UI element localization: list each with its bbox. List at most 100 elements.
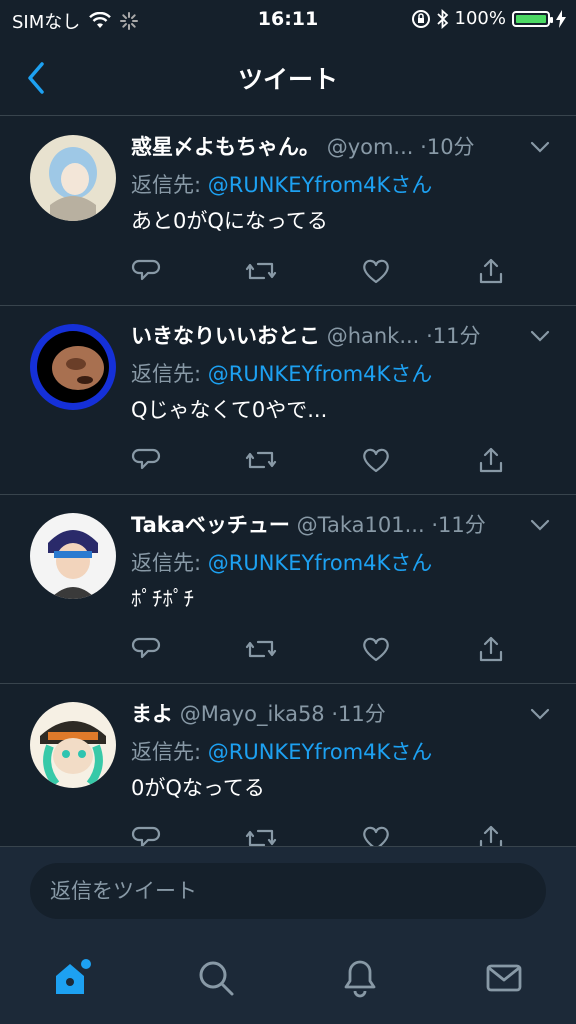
tweet-header: まよ @Mayo_ika58 ·11分 xyxy=(131,698,516,728)
separator-dot: · xyxy=(431,513,438,537)
tweet-actions xyxy=(0,442,576,478)
reply-context: 返信先: @RUNKEYfrom4Kさん xyxy=(131,547,432,577)
reply-to-link[interactable]: @RUNKEYfrom4Kさん xyxy=(208,740,433,764)
chevron-down-icon[interactable] xyxy=(528,513,552,537)
retweet-icon xyxy=(245,829,277,846)
chevron-down-icon[interactable] xyxy=(528,324,552,348)
display-name[interactable]: 惑星〆よもちゃん。 xyxy=(131,135,320,159)
tab-home[interactable] xyxy=(48,954,96,1002)
timestamp: 11分 xyxy=(438,513,486,537)
avatar[interactable] xyxy=(30,702,116,788)
retweet-button[interactable] xyxy=(243,253,279,289)
reply-context: 返信先: @RUNKEYfrom4Kさん xyxy=(131,736,432,766)
battery-percent: 100% xyxy=(454,8,506,29)
tweet-text: ﾎﾟﾁﾎﾟﾁ xyxy=(131,587,194,611)
search-icon xyxy=(199,961,234,996)
reply-prefix: 返信先: xyxy=(131,740,202,764)
tab-messages[interactable] xyxy=(480,954,528,1002)
tab-notifications[interactable] xyxy=(336,954,384,1002)
retweet-button[interactable] xyxy=(243,631,279,667)
tweet-header: Takaベッチュー @Taka101... ·11分 xyxy=(131,509,516,539)
reply-prefix: 返信先: xyxy=(131,362,202,386)
user-handle: @Mayo_ika58 xyxy=(179,702,325,726)
reply-button[interactable] xyxy=(128,253,164,289)
avatar[interactable] xyxy=(30,135,116,221)
page-title: ツイート xyxy=(237,65,338,94)
tweet-item[interactable]: 惑星〆よもちゃん。 @yom... ·10分 返信先: @RUNKEYfrom4… xyxy=(0,117,576,306)
tweet-text: Qじゃなくて0やで... xyxy=(131,398,328,422)
bell-icon xyxy=(344,960,376,998)
timestamp: 10分 xyxy=(426,135,475,159)
rotation-lock-icon xyxy=(411,9,430,28)
battery-icon xyxy=(512,10,553,27)
share-icon xyxy=(479,636,503,662)
tweet-text: 0がQなってる xyxy=(131,776,265,800)
reply-context: 返信先: @RUNKEYfrom4Kさん xyxy=(131,169,432,199)
share-button[interactable] xyxy=(473,820,509,846)
retweet-icon xyxy=(245,262,277,280)
heart-icon xyxy=(363,259,389,284)
like-button[interactable] xyxy=(358,442,394,478)
mail-icon xyxy=(486,964,522,992)
like-button[interactable] xyxy=(358,631,394,667)
share-button[interactable] xyxy=(473,253,509,289)
reply-button[interactable] xyxy=(128,631,164,667)
reply-compose-bar xyxy=(0,846,576,940)
reply-icon xyxy=(131,448,161,470)
share-button[interactable] xyxy=(473,442,509,478)
retweet-button[interactable] xyxy=(243,820,279,846)
heart-icon xyxy=(363,448,389,473)
retweet-button[interactable] xyxy=(243,442,279,478)
reply-prefix: 返信先: xyxy=(131,551,202,575)
reply-icon xyxy=(131,637,161,659)
share-icon xyxy=(479,258,503,284)
retweet-icon xyxy=(245,451,277,469)
tweet-actions xyxy=(0,253,576,289)
heart-icon xyxy=(363,826,389,846)
reply-context: 返信先: @RUNKEYfrom4Kさん xyxy=(131,358,432,388)
tweet-item[interactable]: Takaベッチュー @Taka101... ·11分 返信先: @RUNKEYf… xyxy=(0,495,576,684)
reply-feed[interactable]: 惑星〆よもちゃん。 @yom... ·10分 返信先: @RUNKEYfrom4… xyxy=(0,117,576,846)
user-handle: @yom... xyxy=(326,135,414,159)
tab-bar xyxy=(0,940,576,1024)
reply-icon xyxy=(131,826,161,846)
user-handle: @Taka101... xyxy=(296,513,425,537)
share-button[interactable] xyxy=(473,631,509,667)
reply-to-link[interactable]: @RUNKEYfrom4Kさん xyxy=(208,551,433,575)
tweet-actions xyxy=(0,631,576,667)
home-icon xyxy=(56,959,91,994)
like-button[interactable] xyxy=(358,820,394,846)
reply-button[interactable] xyxy=(128,820,164,846)
tweet-item[interactable]: まよ @Mayo_ika58 ·11分 返信先: @RUNKEYfrom4Kさん… xyxy=(0,684,576,846)
display-name[interactable]: まよ xyxy=(131,702,173,726)
share-icon xyxy=(479,825,503,846)
bluetooth-icon xyxy=(436,8,448,29)
avatar[interactable] xyxy=(30,324,116,410)
nav-bar: ツイート xyxy=(0,40,576,116)
status-bar: SIMなし 16:11 100% xyxy=(0,0,576,40)
tweet-header: 惑星〆よもちゃん。 @yom... ·10分 xyxy=(131,131,516,161)
timestamp: 11分 xyxy=(432,324,481,348)
tweet-text: あと0がQになってる xyxy=(131,209,328,233)
tab-search[interactable] xyxy=(192,954,240,1002)
avatar[interactable] xyxy=(30,513,116,599)
reply-to-link[interactable]: @RUNKEYfrom4Kさん xyxy=(208,173,433,197)
heart-icon xyxy=(363,637,389,662)
like-button[interactable] xyxy=(358,253,394,289)
display-name[interactable]: Takaベッチュー xyxy=(131,513,290,537)
tweet-actions xyxy=(0,820,576,846)
chevron-down-icon[interactable] xyxy=(528,702,552,726)
user-handle: @hank... xyxy=(326,324,420,348)
chevron-down-icon[interactable] xyxy=(528,135,552,159)
display-name[interactable]: いきなりいいおとこ xyxy=(131,324,320,348)
charging-icon xyxy=(556,9,566,28)
separator-dot: · xyxy=(426,324,433,348)
tweet-header: いきなりいいおとこ @hank... ·11分 xyxy=(131,320,516,350)
status-right: 100% xyxy=(411,8,566,29)
tweet-item[interactable]: いきなりいいおとこ @hank... ·11分 返信先: @RUNKEYfrom… xyxy=(0,306,576,495)
reply-button[interactable] xyxy=(128,442,164,478)
retweet-icon xyxy=(245,640,277,658)
reply-to-link[interactable]: @RUNKEYfrom4Kさん xyxy=(208,362,433,386)
reply-input[interactable] xyxy=(30,863,546,919)
separator-dot: · xyxy=(420,135,427,159)
